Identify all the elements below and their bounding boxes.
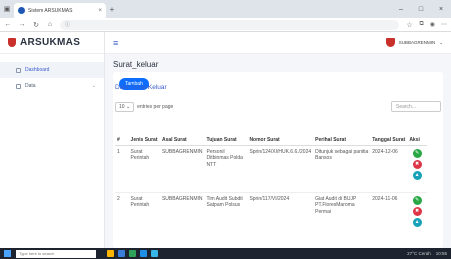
clock-text[interactable]: 10:55	[436, 251, 447, 256]
cell-aksi: ✎ ✖ ▲	[407, 145, 427, 193]
home-icon[interactable]: ⌂	[46, 21, 54, 28]
new-tab-button[interactable]: +	[106, 5, 118, 14]
cell-aksi: ✎ ✖ ▲	[407, 192, 427, 230]
app-icon[interactable]	[129, 250, 136, 257]
avatar	[385, 38, 395, 47]
brand[interactable]: ARSUKMAS	[0, 32, 104, 54]
hamburger-menu-icon[interactable]: ≡	[113, 38, 118, 48]
cell-nomor: Sprin/117/VI/2024	[249, 195, 290, 202]
sidebar-item-dashboard[interactable]: Dashboard	[0, 62, 104, 78]
maximize-button[interactable]: □	[411, 0, 431, 18]
favorite-star-icon[interactable]: ☆	[405, 21, 413, 29]
main-content: Surat_keluar Tambah Data Surat Keluar 10…	[105, 54, 451, 248]
window-controls: – □ ×	[391, 0, 451, 18]
surat-table: # Jenis Surat Asal Surat Tujuan Surat No…	[115, 121, 427, 230]
chevron-down-icon: ⌄	[439, 39, 443, 45]
cell-jenis: Surat Perintah	[130, 195, 150, 209]
entries-select[interactable]: 10 ⌄	[115, 101, 135, 112]
window-close-button[interactable]: ×	[431, 0, 451, 18]
cell-tanggal: 2024-12-06	[370, 145, 408, 193]
chevron-down-icon: ⌄	[91, 83, 96, 89]
cell-asal: SUBBAGRENMIN	[161, 195, 203, 202]
address-bar: ← → ↻ ⌂ ⓘ ☆ ⧉ ◉ ⋯	[0, 18, 451, 32]
cell-tanggal: 2024-11-06	[372, 195, 398, 202]
cell-perihal: Giat Audit di BUJP PT.FloresMaroma Perma…	[315, 195, 357, 216]
view-icon[interactable]: ▲	[412, 217, 422, 227]
brand-name: ARSUKMAS	[20, 37, 81, 48]
sidebar-item-data[interactable]: Data ⌄	[0, 78, 104, 94]
reload-icon[interactable]: ↻	[32, 21, 40, 29]
column-header[interactable]: #	[115, 121, 129, 146]
file-explorer-icon[interactable]	[107, 250, 114, 257]
table-controls: 10 ⌄ entries per page Search...	[115, 101, 441, 112]
forward-icon[interactable]: →	[18, 21, 26, 28]
cell-perihal: Ditunjuk sebagai panitia Bansos	[313, 145, 371, 193]
delete-icon[interactable]: ✖	[412, 206, 422, 216]
column-header[interactable]: Aksi	[407, 121, 427, 146]
favicon-icon	[18, 7, 25, 14]
delete-icon[interactable]: ✖	[412, 159, 422, 169]
edge-browser-icon[interactable]	[140, 250, 147, 257]
url-field[interactable]: ⓘ	[60, 19, 400, 30]
browser-tab[interactable]: Sistem ARSUKMAS ×	[14, 3, 106, 18]
taskbar-apps	[107, 250, 158, 257]
column-header[interactable]: Perihal Surat	[313, 121, 371, 146]
column-header[interactable]: Tujuan Surat	[204, 121, 248, 146]
dashboard-icon	[16, 67, 21, 73]
column-header[interactable]: Asal Surat	[159, 121, 205, 146]
mail-icon[interactable]	[118, 250, 125, 257]
cell-tujuan: Personil Ditbinmas Polda NTT	[204, 145, 248, 193]
search-input[interactable]: Search...	[391, 101, 441, 112]
browser-menu-icon[interactable]: ⋯	[441, 21, 447, 28]
cell-no: 2	[117, 195, 120, 202]
cell-asal: SUBBAGRENMIN	[159, 145, 205, 193]
weather-text[interactable]: 27°C Cerah	[407, 251, 431, 256]
page-title: Surat_keluar	[113, 60, 159, 69]
user-menu[interactable]: SUBBAGRENMIN ⌄	[385, 38, 443, 47]
column-header[interactable]: Tanggal Surat	[370, 121, 408, 146]
user-name: SUBBAGRENMIN	[398, 40, 436, 45]
table-row: 1 Surat Perintah SUBBAGRENMIN Personil D…	[115, 145, 427, 193]
tab-actions-icon[interactable]: ▣	[0, 0, 14, 18]
back-icon[interactable]: ←	[4, 21, 12, 28]
windows-start-icon[interactable]	[4, 250, 11, 257]
tab-title: Sistem ARSUKMAS	[28, 7, 73, 14]
edit-icon[interactable]: ✎	[412, 148, 422, 158]
sidebar: ARSUKMAS Dashboard Data ⌄	[0, 32, 105, 248]
brand-logo-icon	[8, 38, 16, 47]
entries-label: entries per page	[137, 103, 174, 110]
cell-jenis: Surat Perintah	[128, 145, 160, 193]
browser-tabbar: ▣ Sistem ARSUKMAS × + – □ ×	[0, 0, 451, 18]
taskbar: Type here to search 27°C Cerah 10:55	[0, 248, 451, 259]
minimize-button[interactable]: –	[391, 0, 411, 18]
tab-close-icon[interactable]: ×	[98, 8, 102, 14]
topbar: ≡ SUBBAGRENMIN ⌄	[105, 32, 451, 54]
cell-nomor: Sprin/124/XI/HUK.6.6./2024	[247, 145, 314, 193]
app-icon[interactable]	[151, 250, 158, 257]
sidebar-item-label: Data	[25, 83, 36, 89]
cell-no: 1	[115, 145, 129, 193]
entries-length: 10 ⌄ entries per page	[115, 101, 174, 112]
cell-tujuan: Tim Audit Subdit Satpam Polsus	[206, 195, 243, 209]
card-title: Data Surat Keluar	[115, 84, 167, 91]
data-icon	[16, 83, 21, 89]
extensions-icon[interactable]: ⧉	[419, 21, 423, 28]
site-info-icon[interactable]: ⓘ	[65, 21, 70, 28]
column-header[interactable]: Jenis Surat	[128, 121, 160, 146]
taskbar-search-input[interactable]: Type here to search	[16, 249, 96, 258]
edit-icon[interactable]: ✎	[412, 195, 422, 205]
sidebar-item-label: Dashboard	[25, 67, 50, 73]
table-row: 2 Surat Perintah SUBBAGRENMIN Tim Audit …	[115, 192, 427, 230]
column-header[interactable]: Nomor Surat	[247, 121, 314, 146]
table-header-row: # Jenis Surat Asal Surat Tujuan Surat No…	[115, 121, 427, 146]
view-icon[interactable]: ▲	[412, 170, 422, 180]
profile-icon[interactable]: ◉	[430, 21, 435, 28]
system-tray: 27°C Cerah 10:55	[407, 251, 447, 256]
